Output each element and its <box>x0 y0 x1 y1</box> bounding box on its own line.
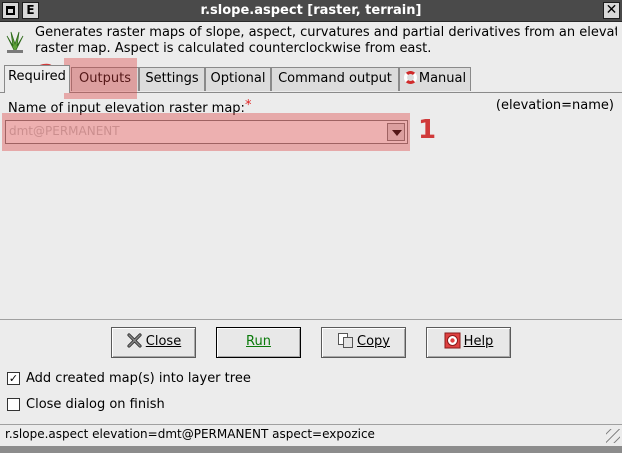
run-button[interactable]: Run <box>216 327 301 358</box>
tab-settings[interactable]: Settings <box>139 67 205 91</box>
module-description: Generates raster maps of slope, aspect, … <box>35 25 617 57</box>
window-close-button[interactable]: ✕ <box>603 2 620 19</box>
required-marker: * <box>244 98 252 113</box>
description-line-2: raster map. Aspect is calculated counter… <box>35 41 432 56</box>
description-line-1: Generates raster maps of slope, aspect, … <box>35 25 617 40</box>
copy-button[interactable]: Copy <box>321 327 406 358</box>
tab-manual-label: Manual <box>418 71 467 86</box>
close-button-label: Close <box>145 334 182 349</box>
tab-manual[interactable]: Manual <box>399 67 471 91</box>
help-button[interactable]: Help <box>426 327 511 358</box>
tab-optional[interactable]: Optional <box>205 67 271 91</box>
annotation-highlight-1 <box>2 113 410 151</box>
add-to-layer-tree-checkbox[interactable]: ✓ <box>7 372 20 385</box>
help-button-label: Help <box>463 334 494 349</box>
copy-icon <box>338 333 353 348</box>
help-lifebuoy-icon <box>444 332 461 349</box>
title-bar: E r.slope.aspect [raster, terrain] ✕ <box>0 0 622 22</box>
tab-command-output[interactable]: Command output <box>271 67 399 91</box>
tab-required[interactable]: Required <box>4 65 70 93</box>
run-button-label: Run <box>246 334 271 349</box>
copy-button-label: Copy <box>357 334 390 349</box>
annotation-number-1: 1 <box>418 115 437 145</box>
close-on-finish-checkbox[interactable] <box>7 398 20 411</box>
window-bottom-edge <box>0 446 622 453</box>
close-on-finish-label: Close dialog on finish <box>26 397 165 412</box>
close-x-icon <box>127 333 142 348</box>
resize-grip-icon[interactable] <box>606 429 620 443</box>
add-to-layer-tree-label: Add created map(s) into layer tree <box>26 371 251 386</box>
status-bar: r.slope.aspect elevation=dmt@PERMANENT a… <box>0 424 622 445</box>
close-button[interactable]: Close <box>111 327 196 358</box>
help-lifebuoy-icon <box>403 71 417 84</box>
window-title: r.slope.aspect [raster, terrain] <box>200 3 422 18</box>
command-preview: r.slope.aspect elevation=dmt@PERMANENT a… <box>5 427 375 441</box>
input-elevation-hint: (elevation=name) <box>495 98 614 113</box>
annotation-highlight-2 <box>64 58 137 99</box>
grass-module-icon <box>6 31 24 53</box>
